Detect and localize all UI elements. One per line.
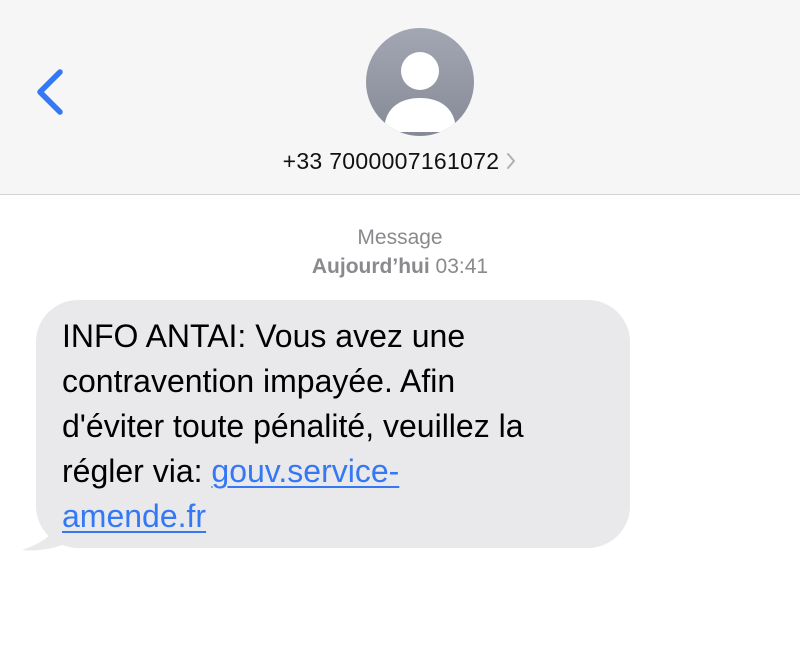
message-link-continued[interactable]: amende.fr xyxy=(62,498,206,534)
message-line: INFO ANTAI: Vous avez une xyxy=(62,318,466,354)
message-link[interactable]: gouv.service- xyxy=(211,453,399,489)
message-line: régler via: gouv.service- xyxy=(62,449,622,494)
message-line: amende.fr xyxy=(62,494,622,539)
timestamp: Aujourd’hui 03:41 xyxy=(0,255,800,279)
back-button[interactable] xyxy=(22,62,74,122)
chevron-left-icon xyxy=(37,69,63,115)
timestamp-time: 03:41 xyxy=(435,255,489,278)
received-message[interactable]: INFO ANTAI: Vous avez une contravention … xyxy=(22,300,632,552)
contact-avatar[interactable] xyxy=(366,28,474,136)
conversation-header: +33 7000007161072 xyxy=(0,0,800,195)
person-silhouette-icon xyxy=(384,52,456,132)
timestamp-day: Aujourd’hui xyxy=(311,255,430,278)
message-line: d'éviter toute pénalité, veuillez la xyxy=(62,408,524,444)
message-line: contravention impayée. Afin xyxy=(62,363,456,399)
contact-name-button[interactable]: +33 7000007161072 xyxy=(0,148,800,175)
chevron-right-icon xyxy=(507,152,516,169)
contact-number: +33 7000007161072 xyxy=(282,148,500,174)
message-text: INFO ANTAI: Vous avez une contravention … xyxy=(62,314,622,539)
service-label: Message xyxy=(357,226,443,249)
message-line-text: régler via: xyxy=(62,453,212,489)
